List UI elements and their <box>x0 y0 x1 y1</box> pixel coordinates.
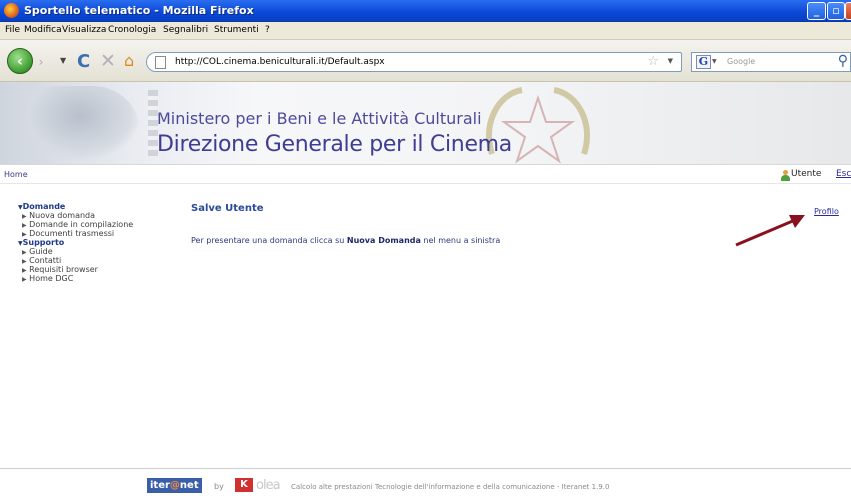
bullet-triangle-icon: ▶ <box>22 231 27 238</box>
history-dropdown-icon[interactable]: ▼ <box>60 56 66 65</box>
olea-logo-text: olea <box>256 478 281 493</box>
url-text[interactable]: http://COL.cinema.beniculturali.it/Defau… <box>175 57 385 67</box>
stop-icon[interactable]: ✕ <box>100 50 116 72</box>
menu-strumenti[interactable]: Strumenti <box>214 25 259 35</box>
footer-by: by <box>214 482 224 491</box>
search-icon[interactable]: ⚲ <box>838 53 848 69</box>
page-icon <box>155 56 166 69</box>
sidebar-item-contatti[interactable]: ▶ Contatti <box>18 256 178 265</box>
menu-segnalibri[interactable]: Segnalibri <box>163 25 208 35</box>
bullet-triangle-icon: ▶ <box>22 222 27 229</box>
bullet-triangle-icon: ▶ <box>22 213 27 220</box>
navigation-toolbar: ‹ › ▼ C ✕ ⌂ http://COL.cinema.benicultur… <box>0 40 851 82</box>
footer-credits: Calcolo alte prestazioni Tecnologie dell… <box>291 483 610 491</box>
page-title: Salve Utente <box>191 203 264 214</box>
message-text-end: nel menu a sinistra <box>420 236 501 245</box>
window-title: Sportello telematico - Mozilla Firefox <box>24 4 254 17</box>
menu-file[interactable]: File <box>5 25 20 35</box>
firefox-icon <box>4 3 19 18</box>
sidebar-menu: ▼Domande ▶ Nuova domanda ▶ Domande in co… <box>18 202 178 283</box>
menu-help[interactable]: ? <box>265 25 270 35</box>
search-engine-dropdown-icon[interactable]: ▼ <box>712 58 717 65</box>
site-banner: Ministero per i Beni e le Attività Cultu… <box>0 82 851 164</box>
close-button[interactable] <box>845 2 851 20</box>
home-icon[interactable]: ⌂ <box>124 51 134 70</box>
menu-bar: File Modifica Visualizza Cronologia Segn… <box>0 22 851 40</box>
message-text-start: Per presentare una domanda clicca su <box>191 236 347 245</box>
user-icon <box>781 170 790 181</box>
google-icon[interactable]: G <box>696 55 711 69</box>
sidebar-item-domande-in-compilazione[interactable]: ▶ Domande in compilazione <box>18 220 178 229</box>
message-highlight: Nuova Domanda <box>346 236 421 245</box>
menu-modifica[interactable]: Modifica <box>24 25 62 35</box>
annotation-arrow-icon <box>735 215 805 247</box>
user-label: Utente <box>791 169 822 179</box>
search-input[interactable]: Google <box>727 57 755 66</box>
ministry-heading: Ministero per i Beni e le Attività Cultu… <box>157 109 482 128</box>
forward-arrow-icon[interactable]: › <box>33 54 49 70</box>
menu-cronologia[interactable]: Cronologia <box>108 25 156 35</box>
iteranet-logo: iter@net <box>147 478 202 493</box>
sidebar-item-guide[interactable]: ▶ Guide <box>18 247 178 256</box>
bullet-triangle-icon: ▶ <box>22 249 27 256</box>
sidebar-item-home-dgc[interactable]: ▶ Home DGC <box>18 274 178 283</box>
sidebar-item-nuova-domanda[interactable]: ▶ Nuova domanda <box>18 211 178 220</box>
sidebar-section-supporto[interactable]: ▼Supporto <box>18 238 178 247</box>
sidebar-item-requisiti-browser[interactable]: ▶ Requisiti browser <box>18 265 178 274</box>
breadcrumb-home[interactable]: Home <box>4 170 28 179</box>
instruction-message: Per presentare una domanda clicca su Nuo… <box>191 236 500 245</box>
banner-photo <box>20 86 140 160</box>
url-bar[interactable]: http://COL.cinema.beniculturali.it/Defau… <box>146 52 682 72</box>
sidebar-section-domande[interactable]: ▼Domande <box>18 202 178 211</box>
bullet-triangle-icon: ▶ <box>22 258 27 265</box>
minimize-button[interactable]: _ <box>807 2 826 20</box>
breadcrumb: Home Utente Esc <box>0 164 851 184</box>
page-footer: iter@net by K olea Calcolo alte prestazi… <box>0 468 851 499</box>
reload-icon[interactable]: C <box>77 51 90 72</box>
profile-link[interactable]: Profilo <box>814 207 839 216</box>
menu-visualizza[interactable]: Visualizza <box>62 25 106 35</box>
bookmark-star-icon[interactable]: ☆ <box>647 54 659 69</box>
back-arrow-icon[interactable]: ‹ <box>7 48 33 74</box>
direzione-heading: Direzione Generale per il Cinema <box>157 132 512 157</box>
sidebar-item-documenti-trasmessi[interactable]: ▶ Documenti trasmessi <box>18 229 178 238</box>
olea-logo-mark: K <box>235 478 253 492</box>
bullet-triangle-icon: ▶ <box>22 276 27 283</box>
exit-link[interactable]: Esc <box>836 169 851 179</box>
search-bar[interactable]: G ▼ Google ⚲ <box>691 52 851 72</box>
url-dropdown-icon[interactable]: ▼ <box>668 57 673 65</box>
bullet-triangle-icon: ▶ <box>22 267 27 274</box>
window-titlebar[interactable]: Sportello telematico - Mozilla Firefox _… <box>0 0 851 22</box>
maximize-button[interactable]: ▫ <box>827 2 845 20</box>
